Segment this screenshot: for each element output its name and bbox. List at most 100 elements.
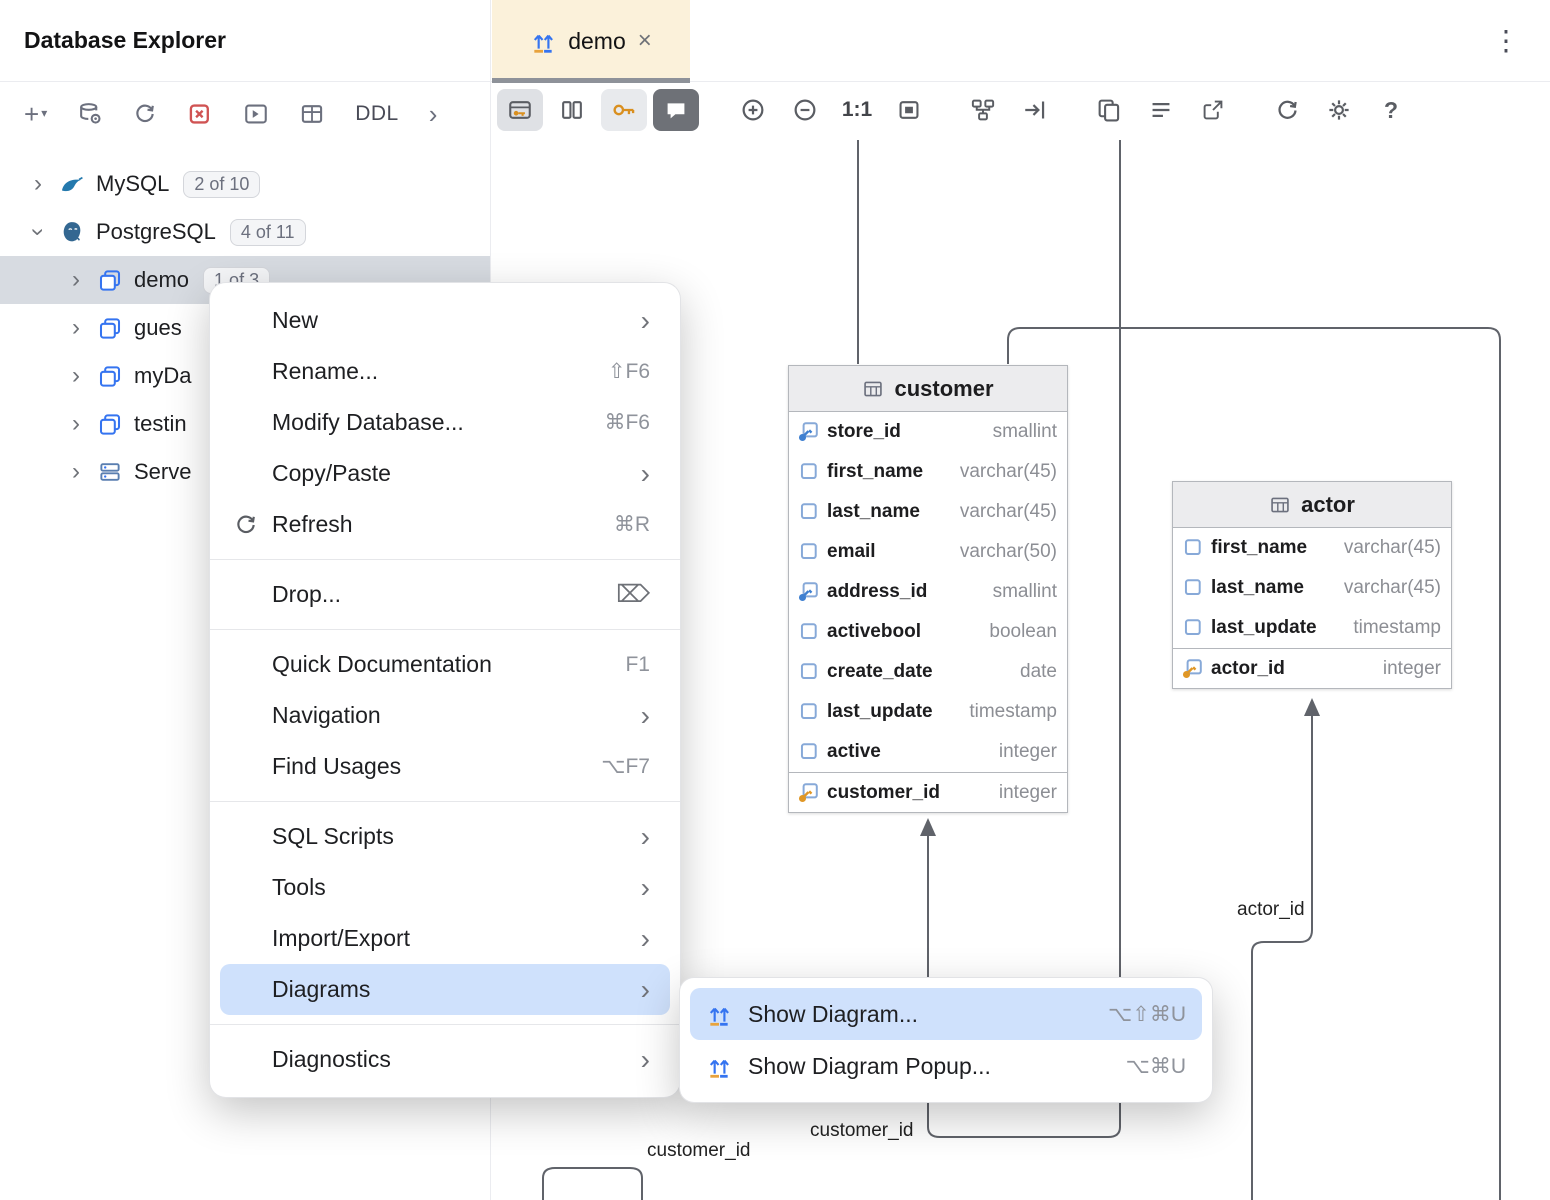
menu-item-sql-scripts[interactable]: SQL Scripts › bbox=[220, 811, 670, 862]
column-row[interactable]: last_update timestamp bbox=[789, 692, 1067, 732]
column-row[interactable]: last_update timestamp bbox=[1173, 608, 1451, 648]
dropdown-arrow-icon: ▾ bbox=[41, 106, 47, 120]
expand-chevron-icon[interactable]: › bbox=[64, 458, 88, 486]
editor-tab-bar: demo × ⋮ bbox=[491, 0, 1550, 82]
menu-separator bbox=[210, 559, 680, 560]
close-tab-icon[interactable]: × bbox=[638, 29, 652, 53]
menu-item-copy-paste[interactable]: Copy/Paste › bbox=[220, 448, 670, 499]
edge-label-customer-id: customer_id bbox=[806, 1120, 918, 1142]
snap-to-grid-button[interactable] bbox=[1009, 97, 1061, 123]
expand-chevron-icon[interactable]: › bbox=[26, 170, 50, 198]
submenu-chevron-icon: › bbox=[641, 874, 650, 902]
expand-chevron-icon[interactable]: › bbox=[64, 362, 88, 390]
column-row[interactable]: create_date date bbox=[789, 652, 1067, 692]
shortcut-label: F1 bbox=[625, 653, 650, 677]
zoom-out-button[interactable] bbox=[779, 97, 831, 123]
server-icon bbox=[96, 459, 124, 485]
show-key-columns-toggle[interactable] bbox=[497, 89, 543, 131]
menu-item-import-export[interactable]: Import/Export › bbox=[220, 913, 670, 964]
expand-chevron-icon[interactable]: › bbox=[64, 314, 88, 342]
copy-diagram-button[interactable] bbox=[1083, 97, 1135, 123]
submenu-item-show-diagram-popup[interactable]: Show Diagram Popup... ⌥⌘U bbox=[690, 1040, 1202, 1092]
more-toolbar-chevron[interactable]: › bbox=[429, 99, 438, 130]
menu-item-drop[interactable]: Drop... ⌦ bbox=[220, 569, 670, 620]
tree-item-label: myDa bbox=[134, 363, 191, 389]
menu-separator bbox=[210, 629, 680, 630]
tree-item-postgresql[interactable]: › PostgreSQL 4 of 11 bbox=[0, 208, 490, 256]
menu-item-navigation[interactable]: Navigation › bbox=[220, 690, 670, 741]
menu-item-diagnostics[interactable]: Diagnostics › bbox=[220, 1034, 670, 1085]
menu-item-modify-database[interactable]: Modify Database... ⌘F6 bbox=[220, 397, 670, 448]
tab-demo[interactable]: demo × bbox=[492, 0, 690, 82]
tree-item-label: testin bbox=[134, 411, 187, 437]
column-icon bbox=[797, 501, 819, 523]
menu-item-diagrams[interactable]: Diagrams › bbox=[220, 964, 670, 1015]
menu-item-tools[interactable]: Tools › bbox=[220, 862, 670, 913]
refresh-diagram-button[interactable] bbox=[1261, 98, 1313, 123]
postgresql-icon bbox=[58, 219, 86, 245]
apply-layout-button[interactable] bbox=[957, 97, 1009, 123]
show-comments-toggle[interactable] bbox=[653, 89, 699, 131]
refresh-icon bbox=[220, 513, 272, 537]
table-view-button[interactable] bbox=[299, 101, 325, 127]
show-keys-toggle[interactable] bbox=[601, 89, 647, 131]
zoom-reset-button[interactable]: 1:1 bbox=[831, 98, 883, 122]
expand-chevron-icon[interactable]: › bbox=[64, 410, 88, 438]
table-actor[interactable]: actor first_name varchar(45) last_name v… bbox=[1172, 481, 1452, 689]
menu-separator bbox=[210, 801, 680, 802]
menu-item-refresh[interactable]: Refresh ⌘R bbox=[220, 499, 670, 550]
new-item-button[interactable]: +▾ bbox=[24, 99, 47, 130]
ddl-button[interactable]: DDL bbox=[355, 102, 399, 126]
column-row[interactable]: active integer bbox=[789, 732, 1067, 772]
refresh-button[interactable] bbox=[133, 102, 157, 126]
submenu-chevron-icon: › bbox=[641, 925, 650, 953]
foreign-key-icon bbox=[797, 421, 819, 443]
column-row[interactable]: last_name varchar(45) bbox=[1173, 568, 1451, 608]
column-row[interactable]: first_name varchar(45) bbox=[789, 452, 1067, 492]
tree-item-mysql[interactable]: › MySQL 2 of 10 bbox=[0, 160, 490, 208]
jump-to-console-button[interactable] bbox=[243, 101, 269, 127]
fit-content-button[interactable] bbox=[883, 97, 935, 123]
column-row[interactable]: store_id smallint bbox=[789, 412, 1067, 452]
export-diagram-button[interactable] bbox=[1187, 98, 1239, 122]
data-source-properties-button[interactable] bbox=[77, 101, 103, 127]
table-header[interactable]: actor bbox=[1173, 482, 1451, 528]
expand-chevron-icon[interactable]: › bbox=[64, 266, 88, 294]
column-row[interactable]: email varchar(50) bbox=[789, 532, 1067, 572]
close-session-button[interactable] bbox=[187, 101, 213, 127]
menu-item-new[interactable]: New › bbox=[220, 295, 670, 346]
table-header[interactable]: customer bbox=[789, 366, 1067, 412]
diagram-icon bbox=[706, 1001, 732, 1027]
column-row[interactable]: first_name varchar(45) bbox=[1173, 528, 1451, 568]
settings-button[interactable] bbox=[1313, 97, 1365, 123]
column-icon bbox=[797, 461, 819, 483]
primary-key-icon bbox=[797, 782, 819, 804]
submenu-item-show-diagram[interactable]: Show Diagram... ⌥⇧⌘U bbox=[690, 988, 1202, 1040]
tree-item-label: demo bbox=[134, 267, 189, 293]
collapse-chevron-icon[interactable]: › bbox=[24, 220, 52, 244]
column-icon bbox=[797, 741, 819, 763]
primary-key-row[interactable]: actor_id integer bbox=[1173, 648, 1451, 688]
menu-item-find-usages[interactable]: Find Usages ⌥F7 bbox=[220, 741, 670, 792]
column-row[interactable]: activebool boolean bbox=[789, 612, 1067, 652]
column-row[interactable]: last_name varchar(45) bbox=[789, 492, 1067, 532]
submenu-chevron-icon: › bbox=[641, 823, 650, 851]
help-button[interactable]: ? bbox=[1365, 97, 1417, 124]
shortcut-label: ⌘F6 bbox=[604, 410, 650, 435]
shortcut-label: ⌘R bbox=[614, 512, 650, 537]
delete-icon: ⌦ bbox=[616, 580, 650, 609]
diagram-icon bbox=[530, 28, 556, 54]
primary-key-row[interactable]: customer_id integer bbox=[789, 772, 1067, 812]
shortcut-label: ⌥F7 bbox=[601, 754, 650, 779]
notation-button[interactable] bbox=[1135, 97, 1187, 123]
table-customer[interactable]: customer store_id smallint first_name va… bbox=[788, 365, 1068, 813]
zoom-in-button[interactable] bbox=[727, 97, 779, 123]
menu-item-rename[interactable]: Rename... ⇧F6 bbox=[220, 346, 670, 397]
more-options-button[interactable]: ⋮ bbox=[1492, 24, 1522, 57]
column-icon bbox=[1181, 577, 1203, 599]
panel-toolbar: +▾ DDL › bbox=[0, 82, 490, 146]
menu-item-quick-documentation[interactable]: Quick Documentation F1 bbox=[220, 639, 670, 690]
show-columns-toggle[interactable] bbox=[549, 89, 595, 131]
column-row[interactable]: address_id smallint bbox=[789, 572, 1067, 612]
submenu-chevron-icon: › bbox=[641, 307, 650, 335]
